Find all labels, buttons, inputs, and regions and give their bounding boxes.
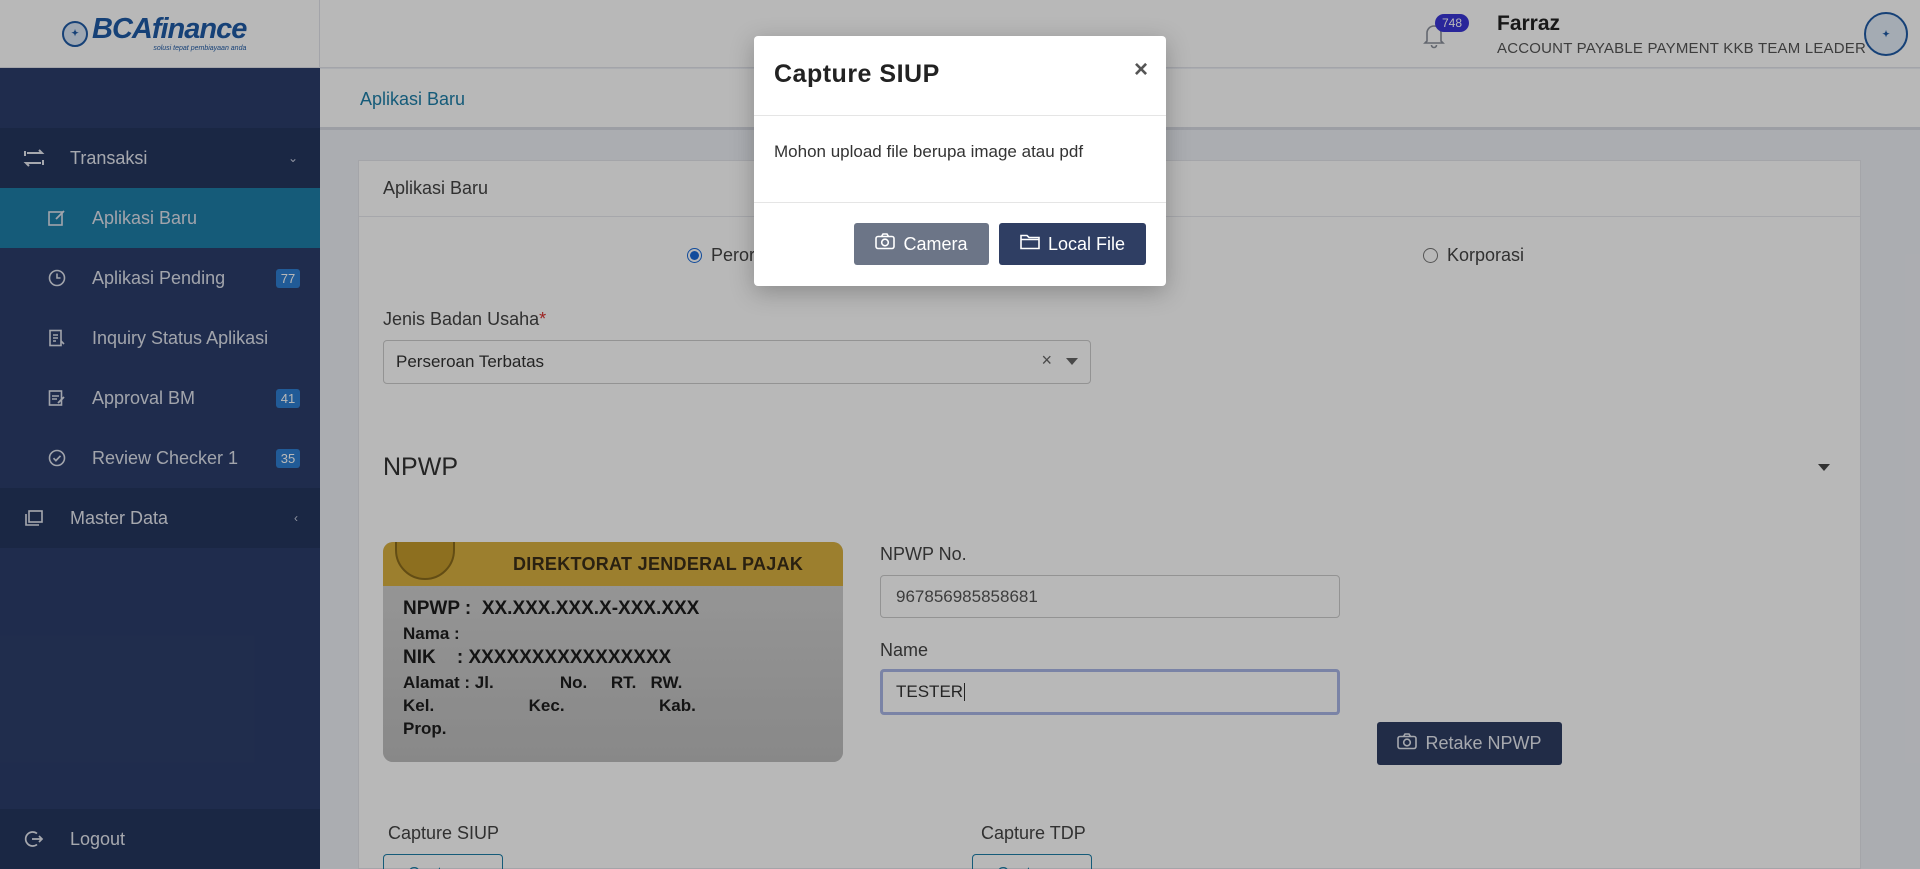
local-file-button[interactable]: Local File: [999, 223, 1146, 265]
camera-button[interactable]: Camera: [854, 223, 989, 265]
close-icon[interactable]: ×: [1134, 56, 1148, 84]
camera-icon: [875, 233, 896, 255]
modal-message: Mohon upload file berupa image atau pdf: [754, 116, 1166, 203]
capture-siup-modal: Capture SIUP × Mohon upload file berupa …: [754, 36, 1166, 286]
button-label: Camera: [903, 233, 968, 254]
folder-icon: [1020, 233, 1040, 255]
button-label: Local File: [1047, 233, 1126, 254]
modal-title: Capture SIUP: [774, 60, 940, 88]
